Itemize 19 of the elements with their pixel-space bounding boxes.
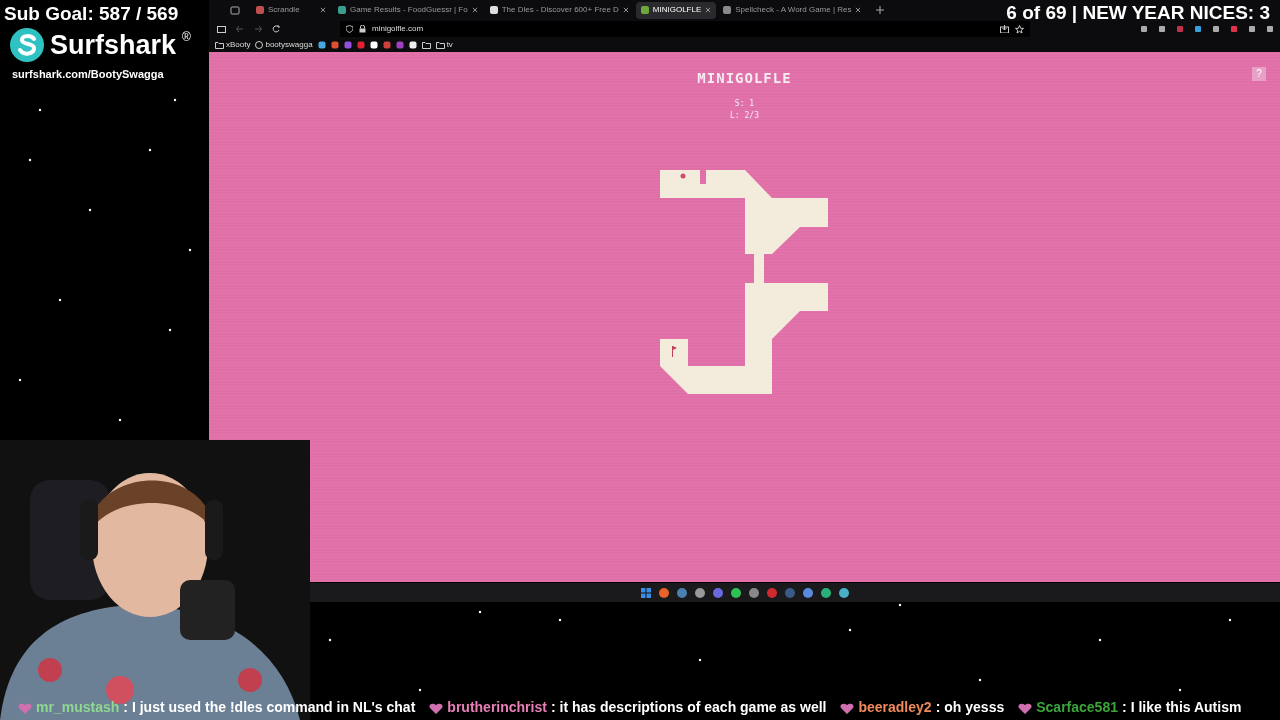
chat-colon: : xyxy=(1122,698,1127,717)
level-text: L: 2/3 xyxy=(730,111,759,121)
chat-colon: : xyxy=(550,698,556,717)
chat-username: brutherinchrist xyxy=(447,698,547,717)
counter-text: 6 of 69 | NEW YEAR NICES: 3 xyxy=(1006,2,1270,24)
registered-mark: ® xyxy=(182,29,191,46)
chat-message: it has descriptions of each game as well xyxy=(559,698,827,717)
sub-goal-text: Sub Goal: 587 / 569 xyxy=(4,2,180,26)
chat-username: Scarface581 xyxy=(1036,698,1118,717)
score-text: S: 1 xyxy=(734,99,755,109)
chat-colon: : xyxy=(935,698,941,717)
chat-colon: : xyxy=(123,698,128,717)
chat-username: beeradley2 xyxy=(858,698,932,717)
chat-username: mr_mustash xyxy=(36,698,120,717)
sponsor-name: Surfshark xyxy=(50,29,177,61)
chat-message: oh yesss xyxy=(944,698,1005,717)
game-title: MINIGOLFLE xyxy=(697,69,792,88)
chat-message: I like this Autism xyxy=(1130,698,1242,717)
sponsor-url: surfshark.com/BootySwagga xyxy=(12,67,165,82)
